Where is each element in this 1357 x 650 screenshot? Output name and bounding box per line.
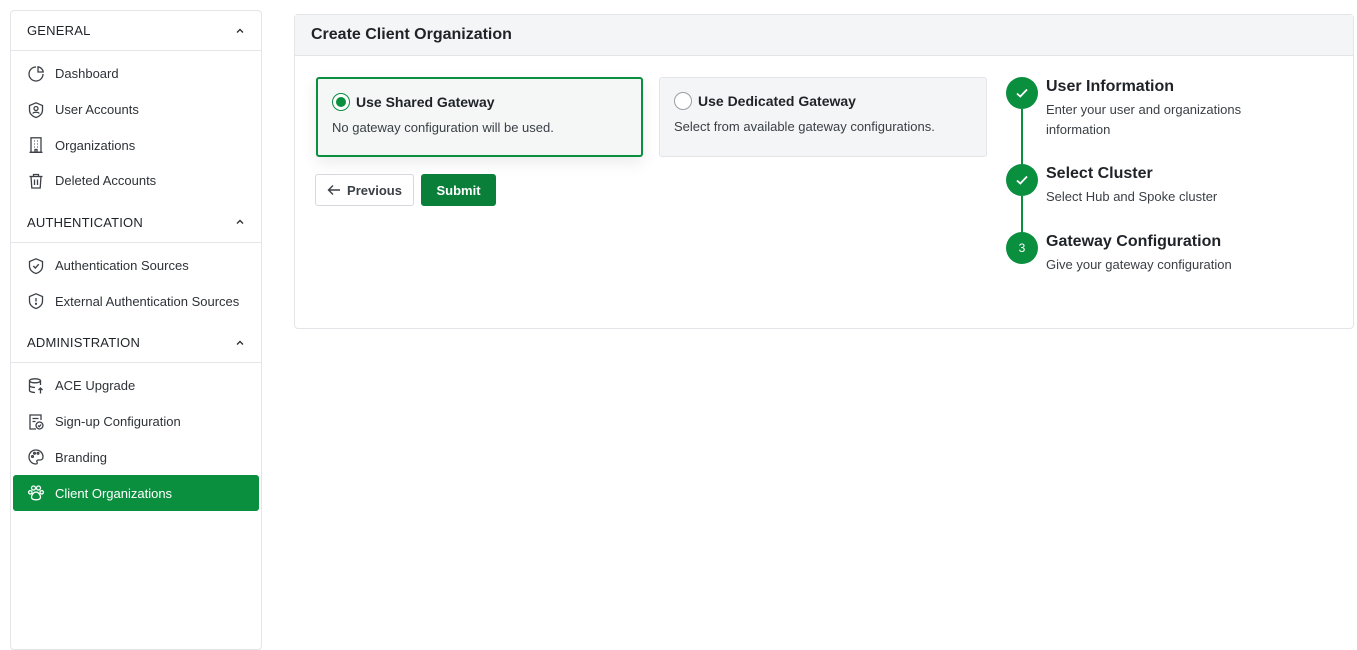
sidebar-item-dashboard[interactable]: Dashboard — [13, 56, 259, 92]
check-icon — [1006, 77, 1038, 109]
step-connector — [1021, 196, 1023, 233]
shared-gateway-radio[interactable] — [332, 93, 350, 111]
dedicated-gateway-option[interactable]: Use Dedicated Gateway Select from availa… — [659, 77, 987, 157]
step-description: Select Hub and Spoke cluster — [1046, 189, 1218, 204]
sidebar-item-label: External Authentication Sources — [55, 293, 240, 309]
option-title: Use Shared Gateway — [356, 94, 495, 110]
shield-alert-icon — [27, 292, 45, 310]
option-title-row: Use Dedicated Gateway — [674, 92, 972, 110]
create-client-organization-panel: Create Client Organization Use Shared Ga… — [294, 14, 1354, 329]
form-check-icon — [27, 413, 45, 431]
sidebar-item-branding[interactable]: Branding — [13, 440, 259, 476]
option-title: Use Dedicated Gateway — [698, 93, 856, 109]
sidebar-item-label: Deleted Accounts — [55, 173, 157, 189]
step-connector — [1021, 109, 1023, 165]
sidebar-item-deleted-accounts[interactable]: Deleted Accounts — [13, 163, 259, 199]
panel-title: Create Client Organization — [295, 15, 1353, 56]
section-title: GENERAL — [27, 23, 91, 38]
sidebar: GENERAL Dashboard User Accounts Organiza… — [10, 10, 262, 650]
sidebar-item-organizations[interactable]: Organizations — [13, 127, 259, 163]
dedicated-gateway-radio[interactable] — [674, 92, 692, 110]
sidebar-item-label: Authentication Sources — [55, 258, 189, 274]
step-title: User Information — [1046, 78, 1175, 95]
step-title: Gateway Configuration — [1046, 233, 1222, 250]
section-header-administration[interactable]: ADMINISTRATION — [11, 323, 261, 364]
step-number: 3 — [1006, 232, 1038, 264]
sidebar-item-label: ACE Upgrade — [55, 378, 136, 394]
check-icon — [1006, 164, 1038, 196]
sidebar-item-user-accounts[interactable]: User Accounts — [13, 92, 259, 128]
chevron-up-icon[interactable] — [235, 338, 245, 348]
step-description: Enter your user and organizations inform… — [1046, 102, 1242, 137]
database-upgrade-icon — [27, 377, 45, 395]
shared-gateway-option[interactable]: Use Shared Gateway No gateway configurat… — [316, 77, 643, 157]
section-header-authentication[interactable]: AUTHENTICATION — [11, 203, 261, 243]
sidebar-item-label: Sign-up Configuration — [55, 414, 181, 430]
sidebar-item-label: User Accounts — [55, 102, 139, 118]
sidebar-item-label: Client Organizations — [55, 485, 173, 501]
chevron-up-icon[interactable] — [235, 217, 245, 227]
previous-button[interactable]: Previous — [315, 174, 414, 206]
step-description: Give your gateway configuration — [1046, 257, 1232, 272]
submit-button[interactable]: Submit — [421, 174, 496, 206]
sidebar-item-label: Organizations — [55, 137, 136, 153]
sidebar-item-sign-up-configuration[interactable]: Sign-up Configuration — [13, 404, 259, 440]
user-circle-icon — [27, 101, 45, 119]
section-header-general[interactable]: GENERAL — [11, 11, 261, 51]
option-title-row: Use Shared Gateway — [332, 93, 627, 111]
option-description: Select from available gateway configurat… — [674, 119, 935, 134]
previous-button-label: Previous — [347, 182, 402, 198]
section-items-administration: ACE Upgrade Sign-up Configuration Brandi… — [11, 363, 261, 515]
submit-button-label: Submit — [436, 182, 481, 198]
section-title: ADMINISTRATION — [27, 335, 141, 351]
sidebar-item-external-authentication-sources[interactable]: External Authentication Sources — [13, 283, 259, 319]
paw-icon — [27, 484, 45, 502]
shield-check-icon — [27, 257, 45, 275]
building-icon — [27, 136, 45, 154]
chevron-up-icon[interactable] — [235, 26, 245, 36]
sidebar-item-authentication-sources[interactable]: Authentication Sources — [13, 248, 259, 284]
trash-icon — [27, 172, 45, 190]
section-items-general: Dashboard User Accounts Organizations De… — [11, 51, 261, 203]
sidebar-item-label: Branding — [55, 449, 108, 465]
section-title: AUTHENTICATION — [27, 214, 143, 230]
section-items-authentication: Authentication Sources External Authenti… — [11, 243, 261, 323]
option-description: No gateway configuration will be used. — [332, 120, 554, 135]
sidebar-item-label: Dashboard — [55, 66, 119, 82]
chart-pie-icon — [27, 65, 45, 83]
step-title: Select Cluster — [1046, 165, 1153, 182]
sidebar-item-client-organizations[interactable]: Client Organizations — [13, 475, 259, 511]
sidebar-item-ace-upgrade[interactable]: ACE Upgrade — [13, 368, 259, 404]
palette-icon — [27, 448, 45, 466]
arrow-left-icon — [327, 184, 341, 196]
